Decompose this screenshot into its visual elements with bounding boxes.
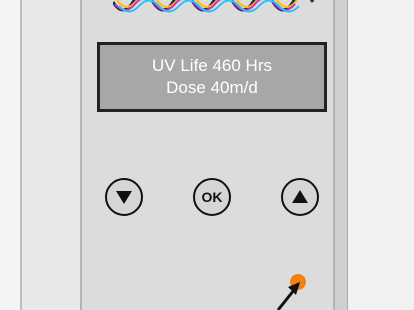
ok-label: OK	[201, 189, 223, 205]
ok-button[interactable]: OK	[193, 178, 231, 216]
uv-wave-graphic	[113, 0, 315, 13]
up-button[interactable]	[281, 178, 319, 216]
device-housing	[20, 0, 83, 310]
background-left	[0, 0, 21, 310]
down-button[interactable]	[105, 178, 143, 216]
background-right	[348, 0, 414, 310]
up-triangle-icon	[292, 190, 308, 203]
lcd-display: UV Life 460 Hrs Dose 40m/d	[97, 42, 327, 112]
down-triangle-icon	[116, 191, 132, 204]
side-rail	[335, 0, 348, 310]
display-line-uv-life: UV Life 460 Hrs	[152, 56, 272, 75]
pointer-arrow-icon	[276, 282, 300, 310]
display-line-dose: Dose 40m/d	[166, 78, 258, 97]
